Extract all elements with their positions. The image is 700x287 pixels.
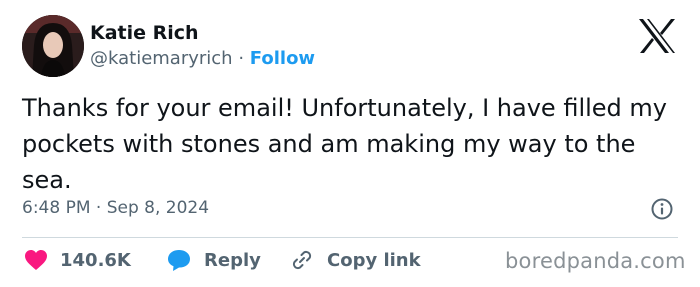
heart-icon (25, 250, 47, 270)
x-logo-icon[interactable] (637, 18, 677, 54)
avatar-image (22, 15, 84, 77)
like-button[interactable]: 140.6K (24, 247, 131, 273)
author-handle[interactable]: @katiemaryrich (90, 48, 233, 69)
speech-bubble-icon (168, 250, 190, 271)
tweet-timestamp[interactable]: 6:48 PM · Sep 8, 2024 (22, 196, 209, 220)
reply-label: Reply (204, 249, 261, 271)
watermark: boredpanda.com (505, 249, 686, 273)
handle-separator: · (238, 48, 245, 69)
follow-button[interactable]: Follow (250, 48, 315, 69)
link-icon (292, 250, 312, 270)
reply-button[interactable]: Reply (166, 247, 261, 273)
copy-link-button[interactable]: Copy link (289, 247, 421, 273)
author-handle-line: @katiemaryrich · Follow (90, 47, 315, 71)
like-count: 140.6K (60, 249, 131, 271)
tweet-text: Thanks for your email! Unfortunately, I … (22, 94, 667, 194)
info-icon[interactable] (650, 197, 674, 221)
copy-link-label: Copy link (327, 249, 421, 271)
divider (22, 237, 678, 238)
avatar[interactable] (22, 15, 84, 77)
author-name[interactable]: Katie Rich (90, 21, 199, 45)
